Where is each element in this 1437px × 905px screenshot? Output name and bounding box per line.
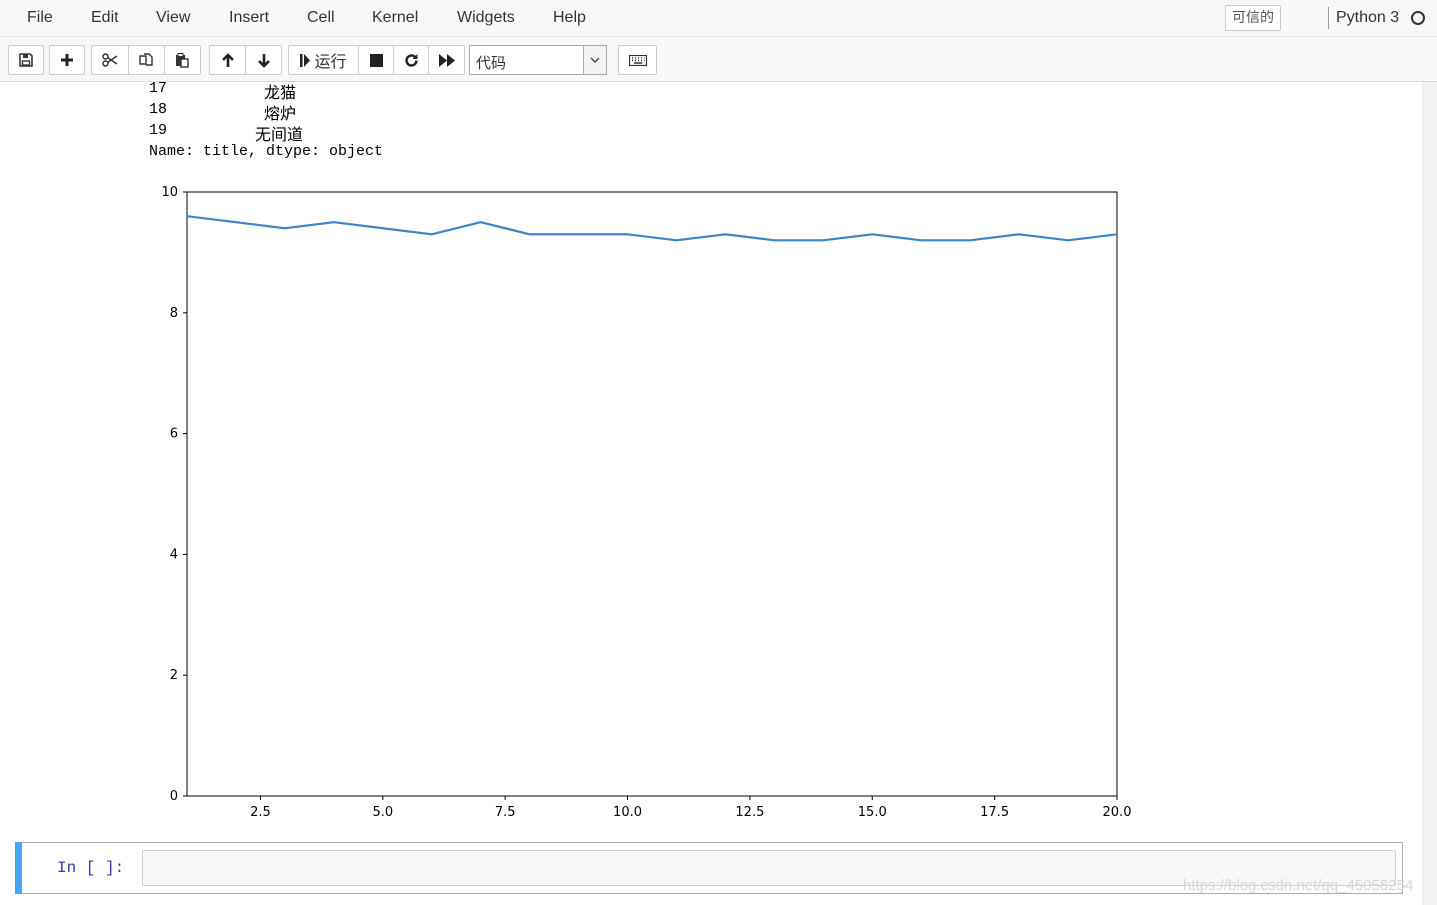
x-tick-label: 2.5 <box>250 805 271 820</box>
output-footer: Name: title, dtype: object <box>149 143 384 160</box>
x-tick-label: 5.0 <box>372 805 393 820</box>
scrollbar[interactable] <box>1422 82 1437 905</box>
toolbar: 运行 代码 <box>0 37 1437 82</box>
paste-icon <box>176 52 189 68</box>
y-tick-label: 8 <box>170 306 178 321</box>
y-tick-label: 0 <box>170 789 178 804</box>
menu-view[interactable]: View <box>156 9 190 27</box>
restart-button[interactable] <box>393 45 429 75</box>
kernel-name[interactable]: Python 3 <box>1336 9 1399 27</box>
chevron-down-icon[interactable] <box>583 46 606 74</box>
watermark: https://blog.csdn.net/qq_45058254 <box>1183 877 1414 894</box>
move-group <box>209 45 282 75</box>
series-line <box>186 215 1118 242</box>
command-palette-button[interactable] <box>618 45 657 75</box>
y-tick-label: 4 <box>170 547 178 562</box>
trusted-indicator[interactable]: 可信的 <box>1225 5 1281 31</box>
cut-button[interactable] <box>91 45 129 75</box>
x-tick-label: 17.5 <box>980 805 1009 820</box>
y-tick-label: 10 <box>161 185 178 200</box>
cell-selected-indicator <box>15 842 22 894</box>
fast-forward-icon <box>438 53 455 67</box>
palette-group <box>618 45 657 75</box>
run-button[interactable]: 运行 <box>288 45 359 75</box>
insert-cell-button[interactable] <box>49 45 85 75</box>
paste-button[interactable] <box>164 45 201 75</box>
menu-file[interactable]: File <box>27 9 53 27</box>
x-tick-label: 7.5 <box>495 805 516 820</box>
run-all-button[interactable] <box>428 45 465 75</box>
x-tick-label: 15.0 <box>858 805 887 820</box>
x-tick-label: 20.0 <box>1103 805 1132 820</box>
save-group <box>8 45 44 75</box>
y-tick-label: 6 <box>170 427 178 442</box>
menu-edit[interactable]: Edit <box>91 9 119 27</box>
insert-group <box>49 45 85 75</box>
plus-icon <box>61 54 73 66</box>
step-forward-icon <box>300 53 311 67</box>
stop-icon <box>369 53 383 67</box>
save-icon <box>19 53 33 67</box>
move-up-button[interactable] <box>209 45 246 75</box>
kernel-status-icon <box>1411 11 1425 25</box>
menu-kernel[interactable]: Kernel <box>372 9 418 27</box>
cell-type-select[interactable]: 代码 <box>469 45 607 75</box>
y-tick-label: 2 <box>170 668 178 683</box>
plot-frame <box>186 191 1118 797</box>
menu-cell[interactable]: Cell <box>307 9 335 27</box>
menubar: File Edit View Insert Cell Kernel Widget… <box>0 0 1437 37</box>
arrow-down-icon <box>257 53 270 68</box>
run-group: 运行 <box>288 45 465 75</box>
run-label: 运行 <box>314 52 347 71</box>
interrupt-button[interactable] <box>358 45 394 75</box>
x-tick-label: 12.5 <box>735 805 764 820</box>
keyboard-icon <box>628 54 647 66</box>
line-chart: 0 2 4 6 8 10 2.5 5.0 7.5 10.0 12.5 15.0 17.5 20.0 <box>161 185 1132 820</box>
edit-group <box>91 45 201 75</box>
kernel-separator <box>1328 7 1329 29</box>
output-index: 19 <box>149 122 168 139</box>
input-prompt: In [ ]: <box>57 859 125 877</box>
copy-icon <box>139 52 153 66</box>
output-index: 17 <box>149 80 168 97</box>
move-down-button[interactable] <box>245 45 282 75</box>
cell-type-value: 代码 <box>476 54 507 72</box>
output-value: 无间道 <box>255 125 304 144</box>
x-tick-label: 10.0 <box>613 805 642 820</box>
arrow-up-icon <box>221 52 234 67</box>
menu-insert[interactable]: Insert <box>229 9 269 27</box>
copy-button[interactable] <box>128 45 165 75</box>
restart-icon <box>404 53 418 67</box>
menu-widgets[interactable]: Widgets <box>457 9 515 27</box>
save-button[interactable] <box>8 45 44 75</box>
menu-help[interactable]: Help <box>553 9 586 27</box>
cut-icon <box>102 53 118 67</box>
output-index: 18 <box>149 101 168 118</box>
